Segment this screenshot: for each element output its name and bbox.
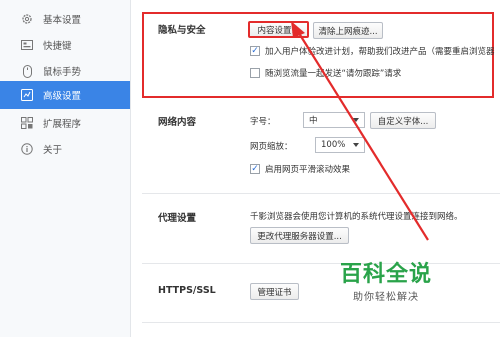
watermark: 百科全说 助你轻松解决 [340, 262, 433, 304]
watermark-subtitle: 助你轻松解决 [353, 292, 419, 303]
watermark-title: 百科全说 [340, 262, 433, 287]
